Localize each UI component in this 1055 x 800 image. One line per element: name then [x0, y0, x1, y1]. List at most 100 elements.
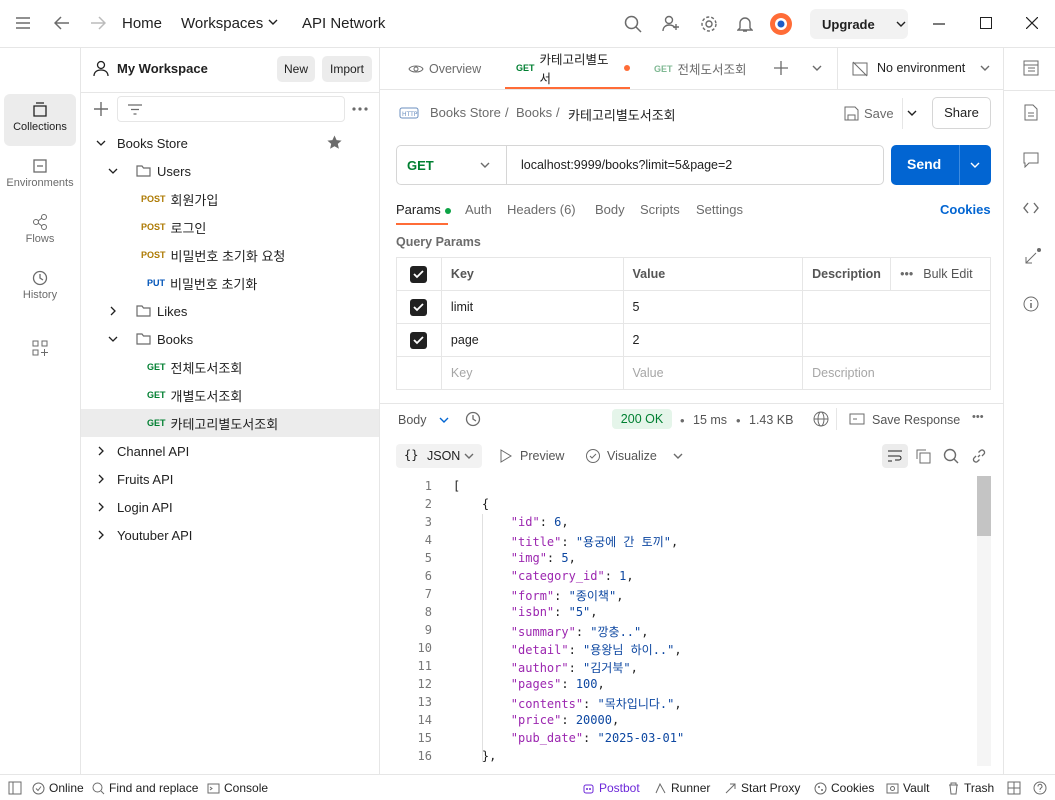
vault-button[interactable]: Vault	[886, 781, 929, 795]
tab-scripts[interactable]: Scripts	[640, 202, 680, 217]
upgrade-button[interactable]: Upgrade	[810, 9, 908, 39]
response-size[interactable]: 1.43 KB	[749, 413, 793, 427]
param-description[interactable]	[802, 323, 991, 357]
rail-flows[interactable]: Flows	[4, 206, 76, 258]
share-button[interactable]: Share	[932, 97, 991, 129]
tree-request[interactable]: GET 전체도서조회	[81, 353, 379, 381]
response-time[interactable]: 15 ms	[693, 413, 727, 427]
save-button[interactable]: Save	[836, 98, 924, 129]
console-button[interactable]: Console	[207, 781, 268, 795]
chevron-down-icon[interactable]	[108, 166, 118, 176]
settings-gear-icon[interactable]	[700, 15, 718, 33]
tree-collection-books-store[interactable]: Books Store	[81, 129, 379, 157]
preview-button[interactable]: Preview	[520, 449, 564, 463]
visualize-button[interactable]: Visualize	[607, 449, 657, 463]
tab-request[interactable]: GET 전체도서조회	[654, 48, 747, 89]
filter-input[interactable]	[117, 96, 345, 122]
row-checkbox[interactable]	[410, 298, 428, 316]
tree-folder-books[interactable]: Books	[81, 325, 379, 353]
rail-history[interactable]: History	[4, 262, 76, 314]
breadcrumb-collection[interactable]: Books Store	[430, 105, 501, 120]
breadcrumb-folder[interactable]: Books	[516, 105, 552, 120]
nav-workspaces[interactable]: Workspaces	[181, 15, 263, 32]
environment-quicklook-icon[interactable]	[1023, 60, 1039, 76]
chevron-down-icon[interactable]	[439, 417, 449, 424]
tree-collection[interactable]: Channel API	[81, 437, 379, 465]
tree-folder-likes[interactable]: Likes	[81, 297, 379, 325]
method-select[interactable]: GET	[397, 146, 507, 184]
body-dropdown[interactable]: Body	[398, 413, 427, 427]
minimize-icon[interactable]	[933, 23, 945, 25]
invite-user-icon[interactable]	[662, 15, 680, 33]
format-select[interactable]: {} JSON	[396, 444, 482, 468]
nav-home[interactable]: Home	[122, 15, 162, 32]
documentation-icon[interactable]	[1024, 104, 1038, 121]
chevron-down-icon[interactable]	[812, 65, 822, 72]
runner-button[interactable]: Runner	[654, 781, 710, 795]
back-arrow-icon[interactable]	[54, 16, 70, 30]
param-key[interactable]: limit	[440, 290, 624, 324]
send-button[interactable]: Send	[891, 145, 991, 185]
response-body[interactable]: 1 [2 {3 "id": 6, 4 "title": "용궁에 간 토끼", 5 "…	[380, 476, 980, 766]
bulk-edit-button[interactable]: ••• Bulk Edit	[890, 257, 991, 291]
search-icon[interactable]	[624, 15, 642, 33]
chevron-right-icon[interactable]	[96, 474, 106, 484]
tab-auth[interactable]: Auth	[465, 202, 492, 217]
status-badge[interactable]: 200 OK	[612, 409, 672, 429]
tree-request[interactable]: POST 회원가입	[81, 185, 379, 213]
import-button[interactable]: Import	[322, 56, 372, 82]
chevron-down-icon[interactable]	[108, 334, 118, 344]
menu-icon[interactable]	[15, 16, 31, 30]
row-checkbox[interactable]	[410, 331, 428, 349]
scrollbar-thumb[interactable]	[977, 476, 991, 536]
star-icon[interactable]	[327, 135, 342, 150]
tab-settings[interactable]: Settings	[696, 202, 743, 217]
chevron-down-icon[interactable]	[268, 19, 278, 26]
help-icon[interactable]	[1033, 781, 1047, 795]
globe-icon[interactable]	[813, 411, 829, 427]
key-placeholder[interactable]: Key	[440, 356, 624, 390]
trash-button[interactable]: Trash	[947, 781, 994, 795]
find-replace-button[interactable]: Find and replace	[92, 781, 198, 795]
nav-api-network[interactable]: API Network	[302, 15, 385, 32]
tree-request[interactable]: POST 로그인	[81, 213, 379, 241]
wrap-lines-button[interactable]	[882, 444, 908, 468]
select-all-checkbox[interactable]	[410, 265, 428, 283]
notification-bell-icon[interactable]	[737, 15, 753, 33]
chevron-right-icon[interactable]	[96, 446, 106, 456]
chevron-right-icon[interactable]	[96, 530, 106, 540]
url-input[interactable]: localhost:9999/books?limit=5&page=2	[521, 158, 732, 172]
tree-request[interactable]: POST 비밀번호 초기화 요청	[81, 241, 379, 269]
tree-folder-users[interactable]: Users	[81, 157, 379, 185]
cookies-button[interactable]: Cookies	[814, 781, 874, 795]
environment-selector[interactable]: No environment	[837, 48, 1003, 89]
tree-collection[interactable]: Youtuber API	[81, 521, 379, 549]
tree-request-selected[interactable]: GET 카테고리별도서조회	[81, 409, 379, 437]
scrollbar[interactable]	[977, 476, 991, 766]
chevron-down-icon[interactable]	[96, 138, 106, 148]
param-value[interactable]: 5	[622, 290, 804, 324]
close-icon[interactable]	[1026, 17, 1038, 29]
tree-collection[interactable]: Login API	[81, 493, 379, 521]
layout-icon[interactable]	[1007, 781, 1021, 795]
chevron-down-icon[interactable]	[896, 21, 906, 28]
avatar[interactable]	[769, 12, 793, 36]
description-placeholder[interactable]: Description	[802, 356, 991, 390]
comments-icon[interactable]	[1023, 152, 1039, 168]
maximize-icon[interactable]	[980, 17, 992, 29]
online-status[interactable]: Online	[32, 781, 84, 795]
param-description[interactable]	[802, 290, 991, 324]
rail-add-more[interactable]	[4, 332, 76, 384]
chevron-down-icon[interactable]	[907, 110, 917, 117]
workspace-title[interactable]: My Workspace	[117, 61, 208, 76]
chevron-right-icon[interactable]	[96, 502, 106, 512]
chevron-down-icon[interactable]	[673, 453, 683, 460]
rail-environments[interactable]: Environments	[4, 150, 76, 202]
tab-active-request[interactable]: GET 카테고리별도서	[505, 48, 630, 89]
forward-arrow-icon[interactable]	[90, 16, 106, 30]
save-response-button[interactable]: Save Response	[872, 413, 960, 427]
tab-overview[interactable]: Overview	[408, 48, 481, 89]
postbot-button[interactable]: Postbot	[582, 781, 640, 795]
chevron-down-icon[interactable]	[970, 162, 980, 169]
page-title[interactable]: 카테고리별도서조회	[568, 105, 676, 124]
